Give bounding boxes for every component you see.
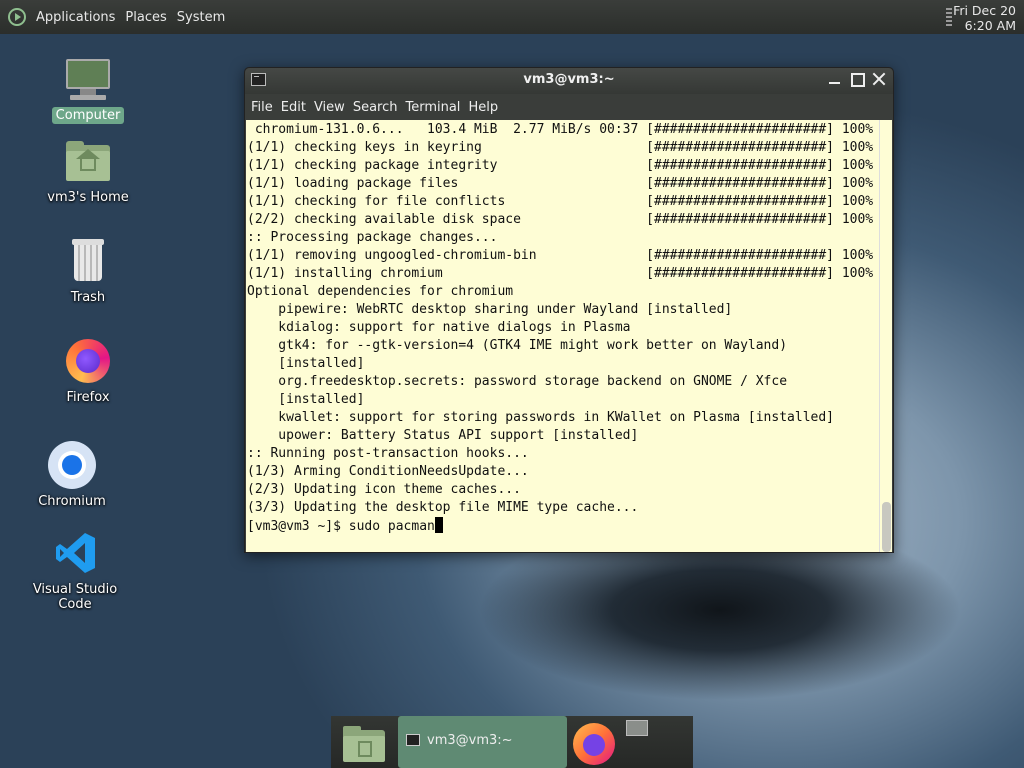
desktop-icon-home[interactable]: vm3's Home xyxy=(33,137,143,206)
text-cursor xyxy=(434,517,443,533)
command-input[interactable]: sudo pacman xyxy=(349,519,435,534)
terminal-line: (1/1) loading package files [###########… xyxy=(247,176,874,191)
terminal-line: (1/1) installing chromium [#############… xyxy=(247,266,874,281)
taskbar-terminal[interactable]: vm3@vm3:~ xyxy=(398,716,567,768)
scrollbar-thumb[interactable] xyxy=(882,502,891,552)
desktop-icon-computer[interactable]: Computer xyxy=(33,55,143,124)
desktop-icon-label: Firefox xyxy=(66,390,110,405)
taskbar-terminal-label: vm3@vm3:~ xyxy=(427,733,513,748)
panel-handle-icon xyxy=(946,8,952,26)
desktop-icon-vscode[interactable]: Visual Studio Code xyxy=(19,529,131,613)
terminal-line: org.freedesktop.secrets: password storag… xyxy=(247,374,788,389)
window-titlebar[interactable]: vm3@vm3:~ xyxy=(245,68,893,94)
minimize-button[interactable] xyxy=(827,71,843,87)
top-panel: Applications Places System Fri Dec 20 6:… xyxy=(0,0,1024,34)
menu-help[interactable]: Help xyxy=(464,100,502,115)
terminal-icon[interactable] xyxy=(251,73,266,86)
distro-logo-icon[interactable] xyxy=(8,8,26,26)
taskbar-workspace-switcher[interactable] xyxy=(622,716,652,768)
terminal-output[interactable]: chromium-131.0.6... 103.4 MiB 2.77 MiB/s… xyxy=(246,120,880,552)
vscode-icon xyxy=(51,529,99,577)
computer-icon xyxy=(64,55,112,103)
desktop-icon-firefox[interactable]: Firefox xyxy=(33,337,143,406)
files-icon xyxy=(343,726,385,762)
firefox-icon xyxy=(64,337,112,385)
desktop-icon-label: Chromium xyxy=(38,494,106,509)
menu-view[interactable]: View xyxy=(310,100,349,115)
terminal-line: (3/3) Updating the desktop file MIME typ… xyxy=(247,500,639,515)
clock[interactable]: Fri Dec 20 6:20 AM xyxy=(953,3,1016,33)
terminal-line: kwallet: support for storing passwords i… xyxy=(247,410,834,425)
menu-edit[interactable]: Edit xyxy=(277,100,310,115)
terminal-line: (2/2) checking available disk space [###… xyxy=(247,212,874,227)
desktop-icon-chromium[interactable]: Chromium xyxy=(17,441,127,510)
terminal-line: chromium-131.0.6... 103.4 MiB 2.77 MiB/s… xyxy=(247,122,874,137)
desktop-icon-label: Computer xyxy=(51,107,125,124)
desktop-icon-label: Trash xyxy=(70,290,106,305)
menu-file[interactable]: File xyxy=(247,100,277,115)
window-title: vm3@vm3:~ xyxy=(523,72,615,87)
terminal-line: (1/1) removing ungoogled-chromium-bin [#… xyxy=(247,248,874,263)
taskbar-files[interactable] xyxy=(339,716,389,768)
terminal-line: upower: Battery Status API support [inst… xyxy=(247,428,639,443)
terminal-line: pipewire: WebRTC desktop sharing under W… xyxy=(247,302,733,317)
home-folder-icon xyxy=(64,137,112,185)
terminal-line: :: Running post-transaction hooks... xyxy=(247,446,529,461)
terminal-icon xyxy=(406,734,420,746)
terminal-line: [installed] xyxy=(247,392,365,407)
terminal-scrollbar[interactable] xyxy=(879,120,892,552)
terminal-line: :: Processing package changes... xyxy=(247,230,498,245)
terminal-window[interactable]: vm3@vm3:~ File Edit View Search Terminal… xyxy=(244,67,894,553)
terminal-line: (1/1) checking keys in keyring [########… xyxy=(247,140,874,155)
maximize-button[interactable] xyxy=(849,71,865,87)
terminal-menubar: File Edit View Search Terminal Help xyxy=(245,94,893,120)
chromium-icon xyxy=(48,441,96,489)
shell-prompt: [vm3@vm3 ~]$ xyxy=(247,519,349,534)
terminal-line: gtk4: for --gtk-version=4 (GTK4 IME migh… xyxy=(247,338,788,353)
clock-date: Fri Dec 20 xyxy=(953,3,1016,18)
terminal-line: (2/3) Updating icon theme caches... xyxy=(247,482,521,497)
firefox-icon xyxy=(573,723,615,765)
menu-applications[interactable]: Applications xyxy=(31,10,120,25)
terminal-line: (1/1) checking package integrity [######… xyxy=(247,158,874,173)
terminal-line: Optional dependencies for chromium xyxy=(247,284,514,299)
trash-icon xyxy=(64,237,112,285)
menu-search[interactable]: Search xyxy=(349,100,402,115)
menu-terminal[interactable]: Terminal xyxy=(401,100,464,115)
terminal-line: [installed] xyxy=(247,356,365,371)
menu-places[interactable]: Places xyxy=(120,10,171,25)
terminal-prompt-line[interactable]: [vm3@vm3 ~]$ sudo pacman xyxy=(247,517,880,536)
clock-time: 6:20 AM xyxy=(964,18,1016,33)
desktop-icon-label: vm3's Home xyxy=(47,190,129,205)
taskbar-firefox[interactable] xyxy=(569,716,619,768)
terminal-line: kdialog: support for native dialogs in P… xyxy=(247,320,631,335)
menu-system[interactable]: System xyxy=(172,10,230,25)
terminal-line: (1/3) Arming ConditionNeedsUpdate... xyxy=(247,464,529,479)
close-button[interactable] xyxy=(871,71,887,87)
desktop-icon-label: Visual Studio Code xyxy=(32,582,118,612)
workspace-icon xyxy=(626,720,648,736)
desktop-icon-trash[interactable]: Trash xyxy=(33,237,143,306)
terminal-line: (1/1) checking for file conflicts [#####… xyxy=(247,194,874,209)
bottom-panel: vm3@vm3:~ xyxy=(331,716,693,768)
